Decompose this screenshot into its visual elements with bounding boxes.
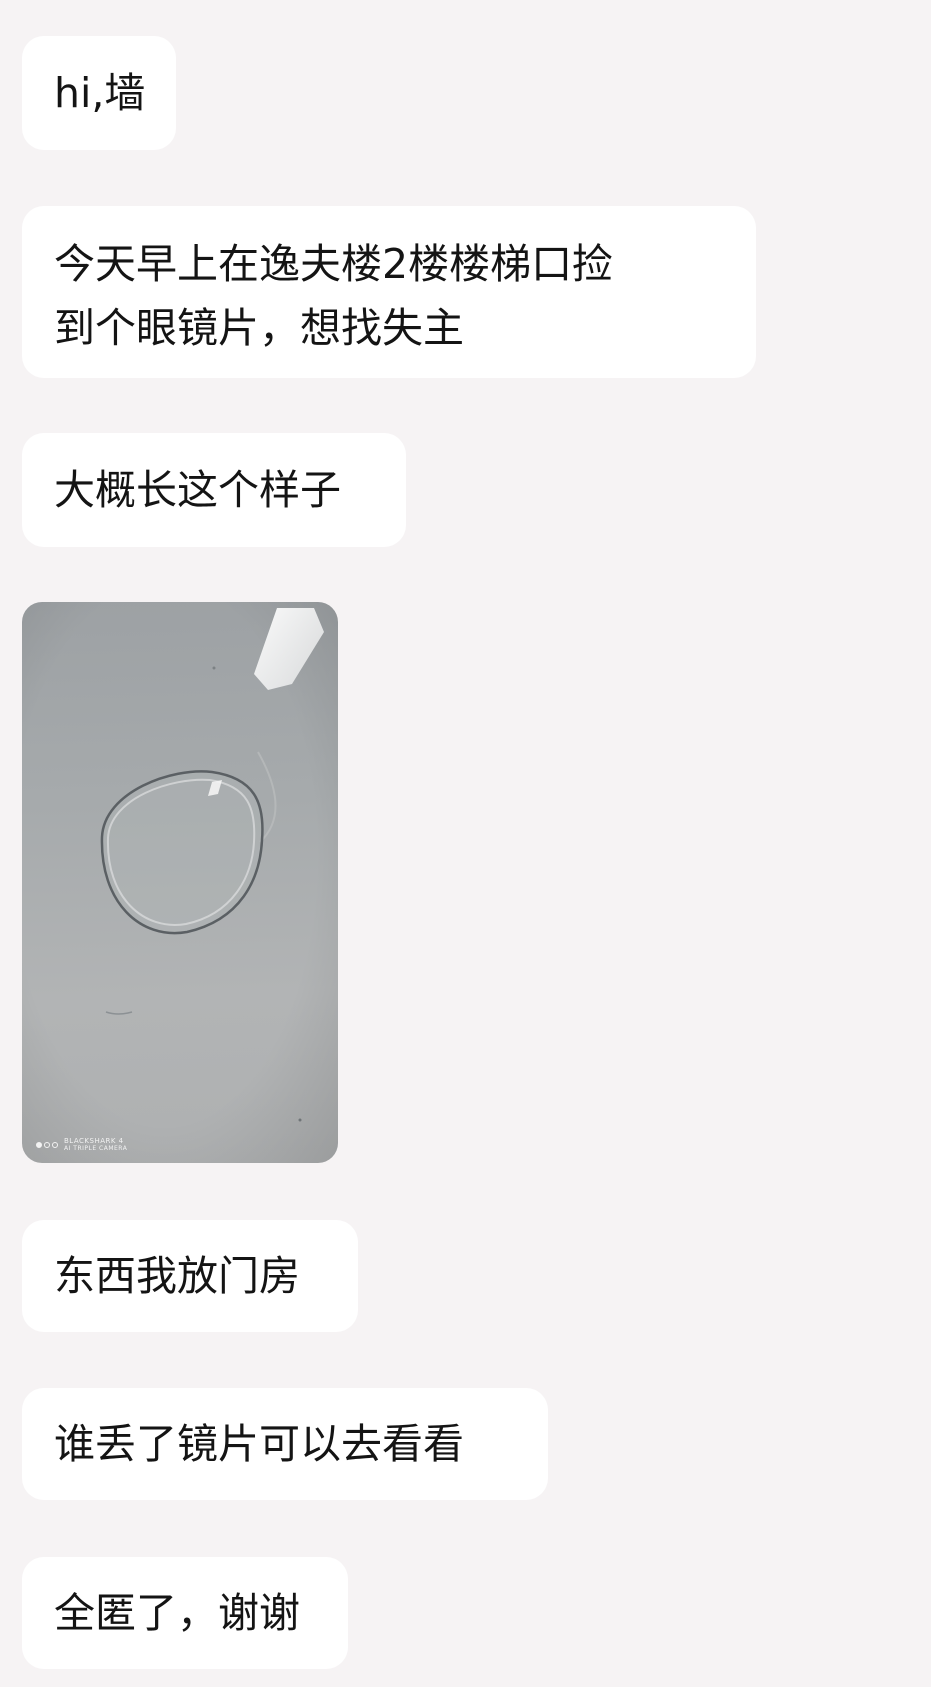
message-text: hi,墙: [54, 69, 146, 117]
watermark-brand: BLACKSHARK 4: [64, 1137, 124, 1145]
message-bubble-found-lens[interactable]: 今天早上在逸夫楼2楼楼梯口捡 到个眼镜片，想找失主: [22, 206, 756, 378]
lens-photo-image: [22, 602, 338, 1163]
message-text: 全匿了，谢谢: [54, 1589, 300, 1637]
message-text: 大概长这个样子: [54, 466, 341, 514]
message-text-line: 到个眼镜片，想找失主: [54, 304, 464, 352]
message-text: 今天早上在逸夫楼2楼楼梯口捡 到个眼镜片，想找失主: [54, 232, 613, 360]
message-text: 谁丢了镜片可以去看看: [54, 1420, 464, 1468]
message-bubble-description[interactable]: 大概长这个样子: [22, 433, 406, 547]
message-bubble-greeting[interactable]: hi,墙: [22, 36, 176, 150]
message-photo-lens[interactable]: BLACKSHARK 4 AI TRIPLE CAMERA: [22, 602, 338, 1163]
message-bubble-location[interactable]: 东西我放门房: [22, 1220, 358, 1332]
message-text-line: 今天早上在逸夫楼2楼楼梯口捡: [54, 240, 614, 288]
camera-watermark: BLACKSHARK 4 AI TRIPLE CAMERA: [36, 1137, 127, 1153]
watermark-camera: AI TRIPLE CAMERA: [64, 1145, 128, 1152]
message-bubble-go-check[interactable]: 谁丢了镜片可以去看看: [22, 1388, 548, 1500]
camera-dots-icon: [36, 1142, 58, 1148]
message-text: 东西我放门房: [54, 1252, 300, 1300]
message-bubble-thanks[interactable]: 全匿了，谢谢: [22, 1557, 348, 1669]
